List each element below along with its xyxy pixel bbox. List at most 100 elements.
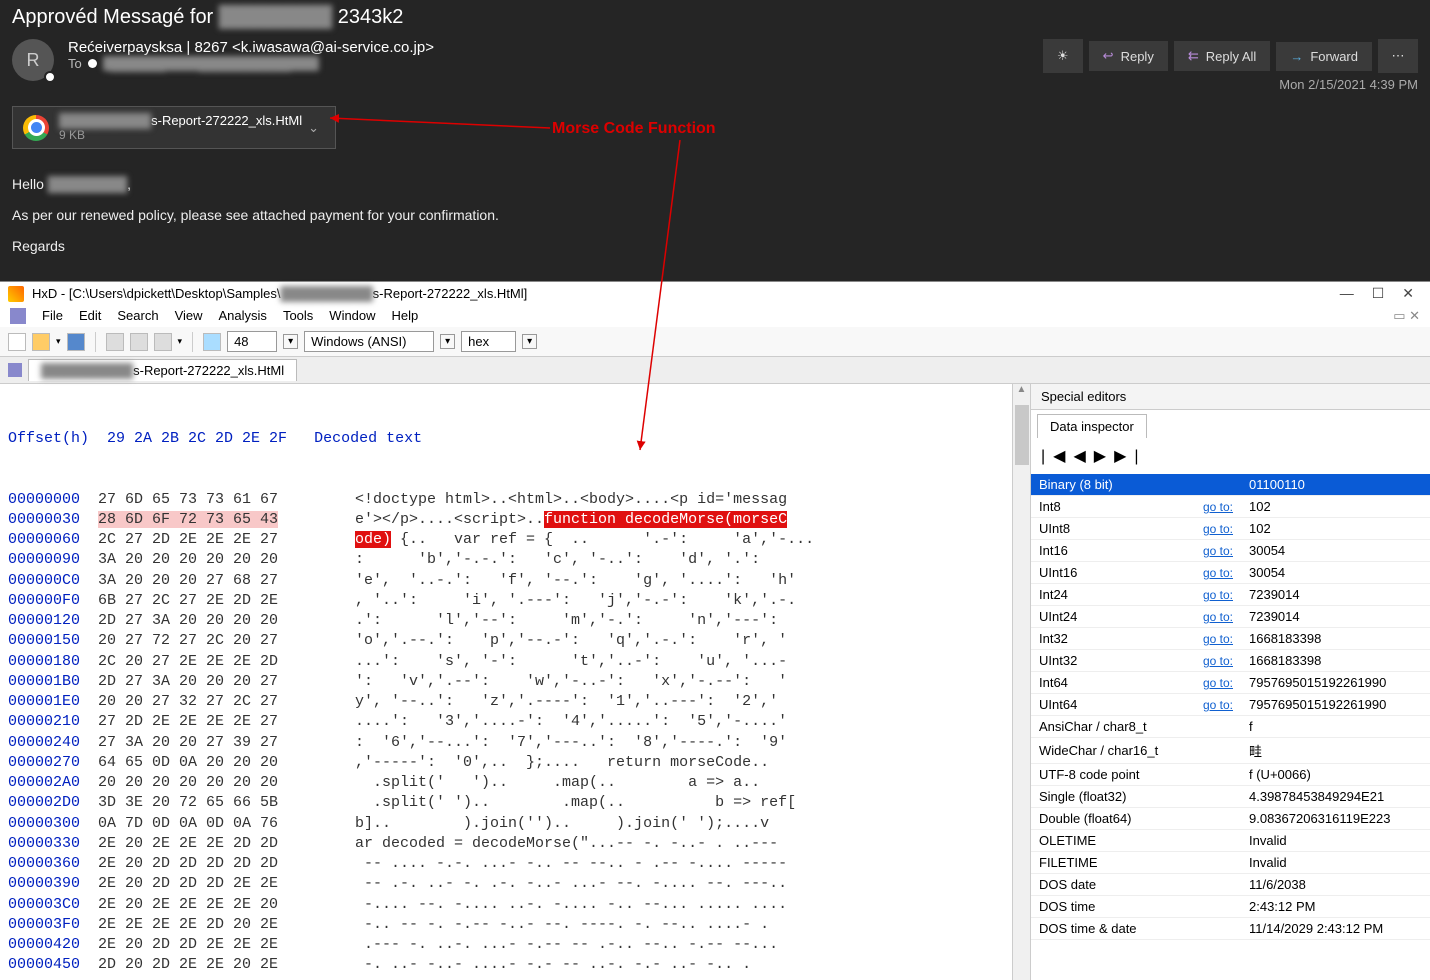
file-tab[interactable]: ██████████s-Report-272222_xls.HtMl xyxy=(28,359,297,381)
hxd-title-redacted: ██████████ xyxy=(281,286,373,301)
more-actions-button[interactable]: ⋯ xyxy=(1378,39,1418,73)
hxd-title-prefix: HxD - [C:\Users\dpickett\Desktop\Samples… xyxy=(32,286,281,301)
hxd-menubar: File Edit Search View Analysis Tools Win… xyxy=(0,305,1430,327)
data-inspector-row[interactable]: UInt16go to:30054 xyxy=(1031,562,1430,584)
reply-label: Reply xyxy=(1121,49,1154,64)
attachment-chip[interactable]: ██████████s-Report-272222_xls.HtMl 9 KB … xyxy=(12,106,336,149)
dropdown-icon[interactable]: ▾ xyxy=(522,334,537,349)
data-inspector-row[interactable]: FILETIMEInvalid xyxy=(1031,852,1430,874)
prev-icon[interactable]: ◀ xyxy=(1073,448,1093,465)
tab-doc-icon xyxy=(8,363,22,377)
bytes-per-row-input[interactable] xyxy=(227,331,277,352)
cut-icon[interactable] xyxy=(106,333,124,351)
first-icon[interactable]: |◀ xyxy=(1041,448,1073,465)
close-button[interactable]: ✕ xyxy=(1402,285,1414,302)
dropdown-icon[interactable]: ▾ xyxy=(440,334,455,349)
data-inspector-row[interactable]: UInt8go to:102 xyxy=(1031,518,1430,540)
menu-analysis[interactable]: Analysis xyxy=(219,308,267,324)
subject-prefix: Approvéd Messagé for xyxy=(12,6,219,28)
last-icon[interactable]: ▶| xyxy=(1114,448,1146,465)
new-icon[interactable] xyxy=(8,333,26,351)
paste-icon[interactable] xyxy=(154,333,172,351)
reply-all-button[interactable]: ⇇Reply All xyxy=(1174,41,1270,71)
hxd-tabbar: ██████████s-Report-272222_xls.HtMl xyxy=(0,357,1430,384)
data-inspector-row[interactable]: Int8go to:102 xyxy=(1031,496,1430,518)
next-icon[interactable]: ▶ xyxy=(1094,448,1114,465)
hex-icon[interactable] xyxy=(203,333,221,351)
data-inspector-row[interactable]: DOS time & date11/14/2029 2:43:12 PM xyxy=(1031,918,1430,940)
data-inspector-row[interactable]: Int24go to:7239014 xyxy=(1031,584,1430,606)
sender-avatar[interactable]: R xyxy=(12,39,54,81)
dropdown-icon[interactable]: ▾ xyxy=(283,334,298,349)
data-inspector-row[interactable]: UInt32go to:1668183398 xyxy=(1031,650,1430,672)
reply-all-label: Reply All xyxy=(1206,49,1257,64)
chevron-down-icon[interactable]: ⌄ xyxy=(302,120,325,136)
toolbar-dropdown-icon[interactable]: ▾ xyxy=(178,336,183,347)
nav-buttons: |◀◀▶▶| xyxy=(1031,438,1430,474)
forward-label: Forward xyxy=(1310,49,1358,64)
tab-redacted: ██████████ xyxy=(41,363,133,378)
reply-button[interactable]: ↩ Reply xyxy=(1089,41,1168,71)
data-inspector-row[interactable]: UInt64go to:7957695015192261990 xyxy=(1031,694,1430,716)
attachment-size: 9 KB xyxy=(59,128,302,142)
menu-file[interactable]: File xyxy=(42,308,63,324)
scroll-thumb[interactable] xyxy=(1015,405,1029,465)
data-inspector-row[interactable]: UInt24go to:7239014 xyxy=(1031,606,1430,628)
scroll-up-icon[interactable]: ▲ xyxy=(1017,384,1027,395)
toolbar-dropdown-icon[interactable]: ▾ xyxy=(56,336,61,347)
hxd-titlebar: HxD - [C:\Users\dpickett\Desktop\Samples… xyxy=(0,282,1430,305)
data-inspector-row[interactable]: WideChar / char16_t畦 xyxy=(1031,738,1430,764)
data-inspector-row[interactable]: DOS time2:43:12 PM xyxy=(1031,896,1430,918)
menu-search[interactable]: Search xyxy=(117,308,158,324)
minimize-button[interactable]: — xyxy=(1340,285,1354,302)
forward-button[interactable]: → Forward xyxy=(1276,42,1372,71)
to-line: To a██████ey@s██████████.com xyxy=(68,56,1043,71)
forward-icon: → xyxy=(1290,49,1303,64)
data-inspector-row[interactable]: Binary (8 bit)01100110 xyxy=(1031,474,1430,496)
open-icon[interactable] xyxy=(32,333,50,351)
scrollbar[interactable]: ▲ xyxy=(1012,384,1030,979)
reply-icon: ↩ xyxy=(1103,48,1114,64)
menu-help[interactable]: Help xyxy=(392,308,419,324)
hxd-toolbar: ▾ ▾ ▾ ▾ ▾ xyxy=(0,327,1430,357)
annotation-label: Morse Code Function xyxy=(552,120,716,138)
email-actions: ☀ ↩ Reply ⇇Reply All → Forward ⋯ xyxy=(1043,39,1418,73)
email-body: Hello ████████, As per our renewed polic… xyxy=(12,169,1418,261)
email-subject: Approvéd Messagé for ████████ 2343k2 xyxy=(12,0,1418,39)
data-inspector-row[interactable]: DOS date11/6/2038 xyxy=(1031,874,1430,896)
body-hello: Hello xyxy=(12,176,48,192)
subject-redacted: ████████ xyxy=(219,6,332,28)
sender-name: Rećeiverpaysksa | 8267 <k.iwasawa@ai-ser… xyxy=(68,39,1043,56)
data-inspector-row[interactable]: Single (float32)4.39878453849294E21 xyxy=(1031,786,1430,808)
mdi-restore-icon[interactable]: ▭ ✕ xyxy=(1393,308,1420,324)
save-icon[interactable] xyxy=(67,333,85,351)
data-inspector-row[interactable]: UTF-8 code pointf (U+0066) xyxy=(1031,764,1430,786)
presence-icon xyxy=(44,71,56,83)
body-hello-redacted: ████████ xyxy=(48,176,127,192)
presence-dot-icon xyxy=(88,59,97,68)
menu-window[interactable]: Window xyxy=(329,308,375,324)
data-inspector-row[interactable]: Double (float64)9.08367206316119E223 xyxy=(1031,808,1430,830)
hex-editor-area[interactable]: Offset(h) 29 2A 2B 2C 2D 2E 2F Decoded t… xyxy=(0,384,1012,979)
data-inspector-row[interactable]: Int16go to:30054 xyxy=(1031,540,1430,562)
copy-icon[interactable] xyxy=(130,333,148,351)
encoding-select[interactable] xyxy=(304,331,434,352)
menu-tools[interactable]: Tools xyxy=(283,308,313,324)
data-inspector-row[interactable]: AnsiChar / char8_tf xyxy=(1031,716,1430,738)
hxd-window: HxD - [C:\Users\dpickett\Desktop\Samples… xyxy=(0,281,1430,979)
data-inspector-row[interactable]: Int64go to:7957695015192261990 xyxy=(1031,672,1430,694)
email-timestamp: Mon 2/15/2021 4:39 PM xyxy=(1043,77,1418,92)
hxd-title-suffix: s-Report-272222_xls.HtMl] xyxy=(373,286,528,301)
body-hello-end: , xyxy=(127,176,131,192)
offset-header: Offset(h) 29 2A 2B 2C 2D 2E 2F xyxy=(8,430,287,447)
menu-edit[interactable]: Edit xyxy=(79,308,101,324)
base-select[interactable] xyxy=(461,331,516,352)
data-inspector-tab[interactable]: Data inspector xyxy=(1037,414,1147,438)
data-inspector-row[interactable]: Int32go to:1668183398 xyxy=(1031,628,1430,650)
avatar-initial: R xyxy=(27,50,40,71)
body-line: As per our renewed policy, please see at… xyxy=(12,200,1418,231)
menu-view[interactable]: View xyxy=(175,308,203,324)
sun-icon-button[interactable]: ☀ xyxy=(1043,39,1083,73)
data-inspector-row[interactable]: OLETIMEInvalid xyxy=(1031,830,1430,852)
maximize-button[interactable]: ☐ xyxy=(1372,285,1385,302)
